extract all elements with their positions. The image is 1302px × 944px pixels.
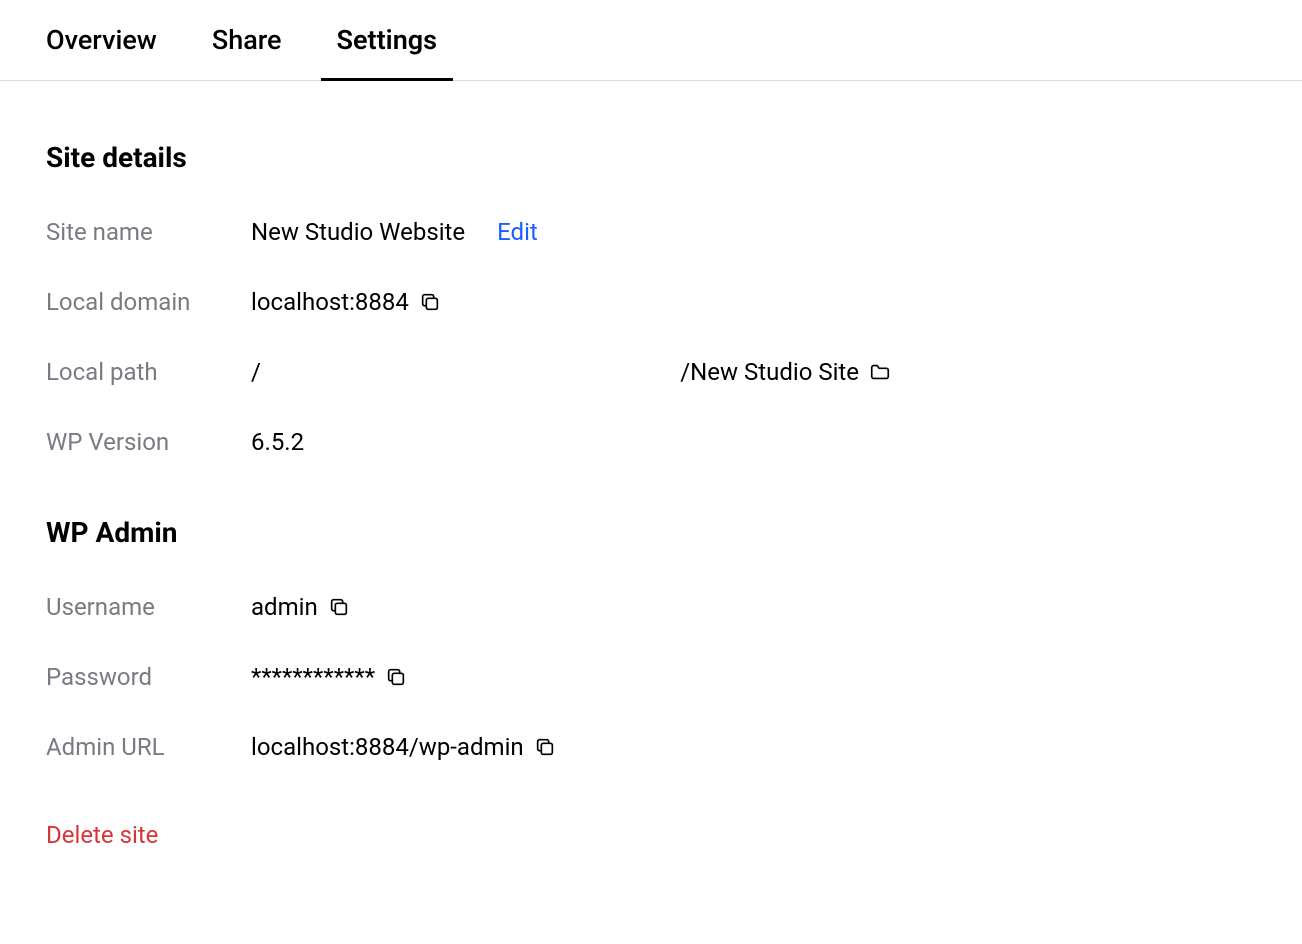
copy-icon[interactable] bbox=[419, 291, 441, 313]
wp-version-label: WP Version bbox=[46, 428, 251, 456]
folder-icon[interactable] bbox=[869, 361, 891, 383]
local-path-right: /New Studio Site bbox=[680, 358, 859, 386]
local-domain-row: Local domain localhost:8884 bbox=[46, 288, 1256, 316]
tab-settings[interactable]: Settings bbox=[337, 0, 438, 80]
username-row: Username admin bbox=[46, 593, 1256, 621]
local-path-left: / bbox=[251, 358, 261, 386]
wp-admin-section: WP Admin Username admin Password *******… bbox=[46, 516, 1256, 761]
copy-icon[interactable] bbox=[385, 666, 407, 688]
wp-version-row: WP Version 6.5.2 bbox=[46, 428, 1256, 456]
password-label: Password bbox=[46, 663, 251, 691]
password-row: Password ************ bbox=[46, 663, 1256, 691]
site-details-title: Site details bbox=[46, 141, 1256, 174]
site-name-label: Site name bbox=[46, 218, 251, 246]
admin-url-label: Admin URL bbox=[46, 733, 251, 761]
tab-share[interactable]: Share bbox=[212, 0, 282, 80]
local-domain-value: localhost:8884 bbox=[251, 288, 409, 316]
local-domain-label: Local domain bbox=[46, 288, 251, 316]
local-path-label: Local path bbox=[46, 358, 251, 386]
username-value: admin bbox=[251, 593, 318, 621]
copy-icon[interactable] bbox=[328, 596, 350, 618]
password-value: ************ bbox=[251, 663, 375, 691]
local-path-row: Local path / /New Studio Site bbox=[46, 358, 1256, 386]
tab-overview[interactable]: Overview bbox=[46, 0, 157, 80]
admin-url-row: Admin URL localhost:8884/wp-admin bbox=[46, 733, 1256, 761]
wp-version-value: 6.5.2 bbox=[251, 428, 304, 456]
site-name-row: Site name New Studio Website Edit bbox=[46, 218, 1256, 246]
tab-bar: Overview Share Settings bbox=[0, 0, 1302, 81]
edit-site-name-link[interactable]: Edit bbox=[497, 218, 538, 246]
wp-admin-title: WP Admin bbox=[46, 516, 1256, 549]
site-details-section: Site details Site name New Studio Websit… bbox=[46, 141, 1256, 456]
admin-url-value: localhost:8884/wp-admin bbox=[251, 733, 524, 761]
delete-site-link[interactable]: Delete site bbox=[46, 821, 158, 849]
settings-content: Site details Site name New Studio Websit… bbox=[0, 81, 1302, 889]
site-name-value: New Studio Website bbox=[251, 218, 465, 246]
copy-icon[interactable] bbox=[534, 736, 556, 758]
username-label: Username bbox=[46, 593, 251, 621]
